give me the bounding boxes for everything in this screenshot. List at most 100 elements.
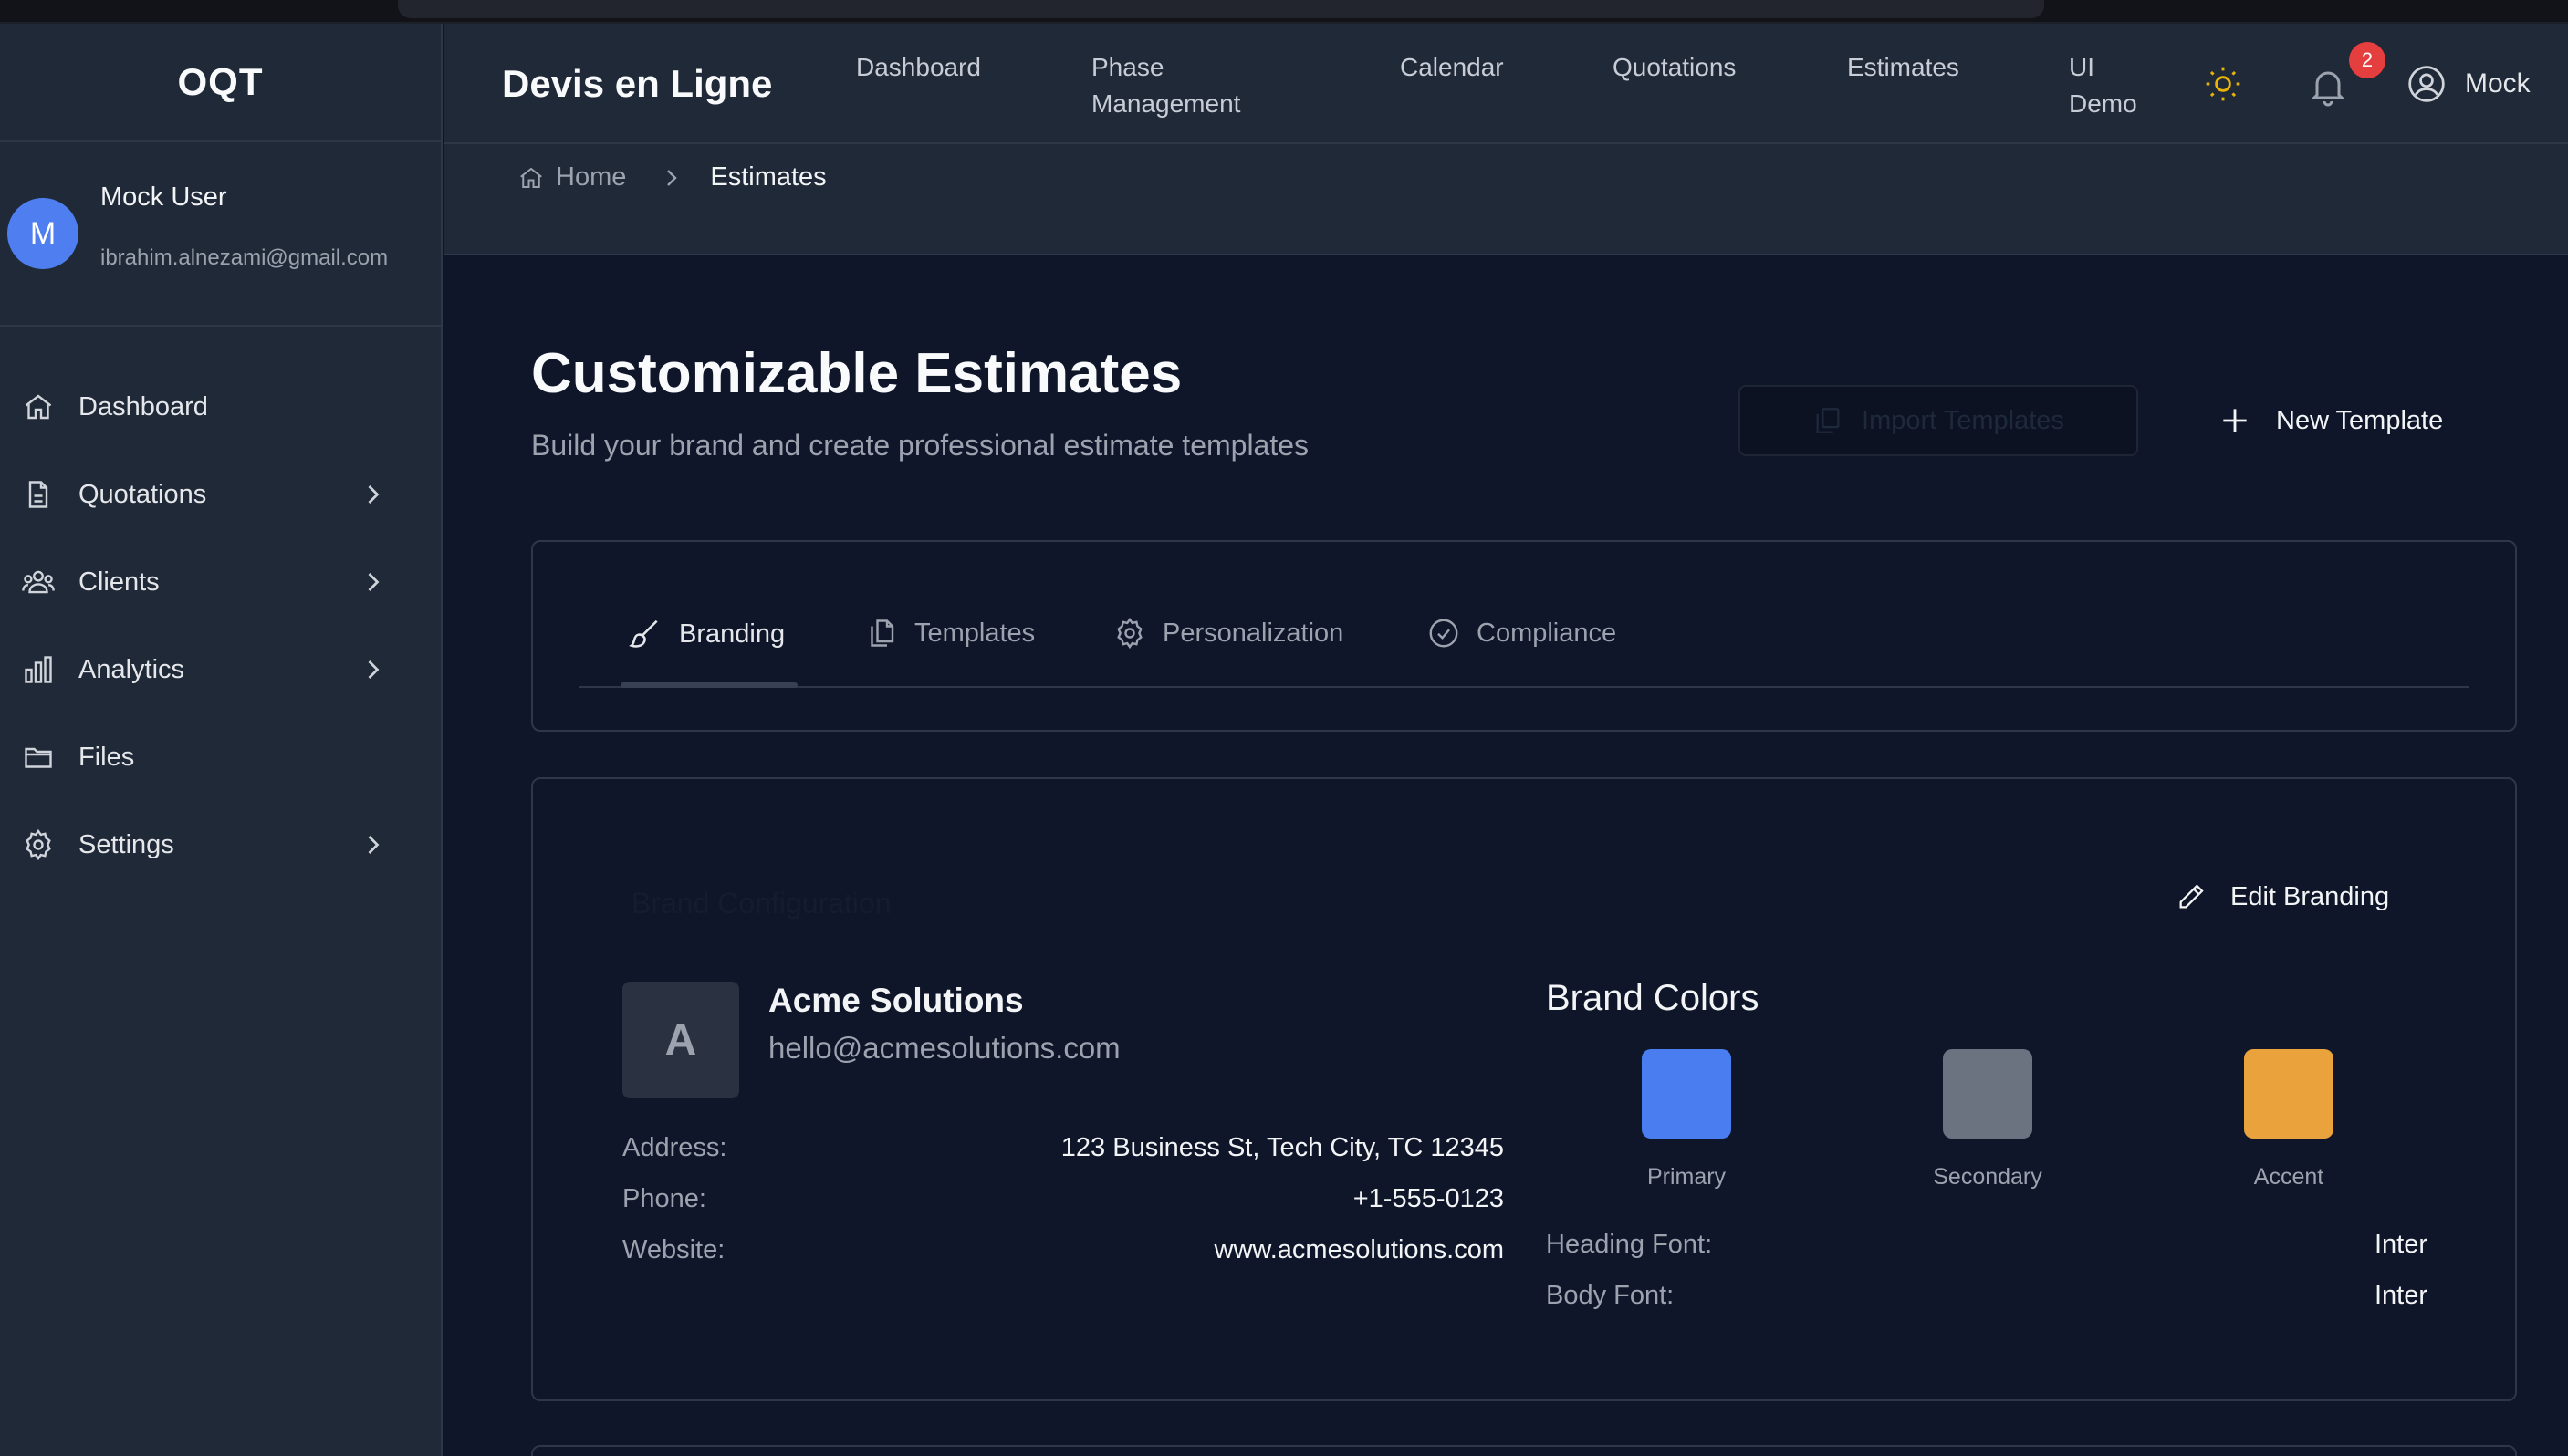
- tab-branding[interactable]: Branding: [628, 617, 785, 651]
- topnav-dashboard[interactable]: Dashboard: [856, 49, 981, 86]
- chevron-right-icon: [357, 653, 390, 686]
- sidebar: OQT M Mock User ibrahim.alnezami@gmail.c…: [0, 24, 443, 1456]
- topnav-ui-demo[interactable]: UI Demo: [2069, 49, 2137, 122]
- info-label: Phone:: [622, 1184, 706, 1213]
- sidebar-item-analytics[interactable]: Analytics: [0, 626, 441, 713]
- topnav-label: Calendar: [1400, 53, 1504, 81]
- edit-branding-label: Edit Branding: [2230, 881, 2390, 911]
- color-swatch-secondary[interactable]: [1943, 1049, 2032, 1139]
- profile-menu[interactable]: Mock: [2406, 64, 2531, 104]
- topnav-label: Quotations: [1613, 53, 1737, 81]
- topnav-estimates[interactable]: Estimates: [1847, 49, 1959, 86]
- app-title[interactable]: Devis en Ligne: [502, 62, 772, 106]
- brush-icon: [628, 617, 663, 651]
- tab-label: Compliance: [1477, 618, 1617, 648]
- color-swatch-accent[interactable]: [2244, 1049, 2333, 1139]
- breadcrumb-current: Estimates: [710, 162, 827, 192]
- page-subtitle: Build your brand and create professional…: [531, 429, 1310, 462]
- folder-icon: [20, 739, 57, 775]
- sidebar-item-label: Dashboard: [78, 391, 208, 421]
- sidebar-item-label: Files: [78, 742, 135, 772]
- topnav-label: Dashboard: [856, 53, 981, 81]
- sidebar-item-label: Settings: [78, 829, 174, 859]
- sidebar-item-settings[interactable]: Settings: [0, 801, 441, 889]
- font-label: Heading Font:: [1546, 1230, 1713, 1259]
- topnav-label: Phase: [1091, 53, 1164, 81]
- gear-icon: [1113, 617, 1146, 650]
- user-name: Mock User: [100, 182, 227, 212]
- topnav-label: UI: [2069, 53, 2094, 81]
- tab-compliance[interactable]: Compliance: [1427, 617, 1616, 650]
- chevron-right-icon: [657, 163, 686, 192]
- color-accent: Accent: [2197, 1049, 2380, 1191]
- browser-chrome: [0, 0, 2568, 24]
- sidebar-brand[interactable]: OQT: [0, 24, 441, 142]
- sidebar-item-dashboard[interactable]: Dashboard: [0, 363, 441, 451]
- info-label: Website:: [622, 1235, 726, 1264]
- chevron-right-icon: [357, 566, 390, 598]
- sidebar-item-quotations[interactable]: Quotations: [0, 451, 441, 538]
- next-section-card: [531, 1445, 2517, 1456]
- company-email: hello@acmesolutions.com: [768, 1031, 1121, 1065]
- font-row-body: Body Font: Inter: [1546, 1281, 2427, 1311]
- branding-section-heading: Brand Configuration: [632, 887, 892, 920]
- check-circle-icon: [1427, 617, 1460, 650]
- tab-templates[interactable]: Templates: [865, 617, 1035, 650]
- tab-personalization[interactable]: Personalization: [1113, 617, 1343, 650]
- info-value: +1-555-0123: [1352, 1184, 1504, 1213]
- chevron-right-icon: [357, 478, 390, 511]
- users-icon: [20, 564, 57, 600]
- info-row-address: Address: 123 Business St, Tech City, TC …: [622, 1133, 1504, 1163]
- tab-label: Branding: [679, 619, 786, 649]
- sidebar-nav: Dashboard Quotations Clients Analytics F…: [0, 327, 441, 889]
- notification-badge: 2: [2349, 42, 2385, 78]
- topnav-phase-management[interactable]: Phase Management: [1091, 49, 1240, 122]
- tabs-card: Branding Templates Personalization Compl…: [531, 540, 2517, 732]
- topnav-calendar[interactable]: Calendar: [1400, 49, 1504, 86]
- bar-chart-icon: [20, 651, 57, 688]
- active-tab-indicator: [621, 682, 798, 688]
- swatch-label: Secondary: [1933, 1164, 2042, 1190]
- topnav-label: Estimates: [1847, 53, 1959, 81]
- brand-colors-title: Brand Colors: [1546, 978, 1759, 1018]
- plus-icon: [2218, 403, 2252, 438]
- sidebar-item-clients[interactable]: Clients: [0, 538, 441, 626]
- gear-icon: [20, 827, 57, 863]
- breadcrumb: Home Estimates: [517, 162, 827, 192]
- breadcrumb-home[interactable]: Home: [517, 162, 626, 192]
- edit-branding-button[interactable]: Edit Branding: [2176, 881, 2389, 912]
- font-row-heading: Heading Font: Inter: [1546, 1230, 2427, 1260]
- sidebar-item-files[interactable]: Files: [0, 713, 441, 801]
- sidebar-item-label: Quotations: [78, 479, 207, 509]
- topnav-label-line2: Demo: [2069, 89, 2137, 118]
- topnav-label-line2: Management: [1091, 89, 1241, 118]
- import-templates-button[interactable]: Import Templates: [1738, 385, 2138, 456]
- color-secondary: Secondary: [1896, 1049, 2079, 1191]
- company-name: Acme Solutions: [768, 982, 1024, 1019]
- profile-name: Mock: [2465, 68, 2531, 99]
- import-templates-label: Import Templates: [1862, 405, 2064, 435]
- theme-toggle-sun-icon[interactable]: [2203, 64, 2243, 104]
- page-title: Customizable Estimates: [531, 342, 1183, 405]
- branding-card: Brand Configuration Edit Branding A Acme…: [531, 777, 2517, 1401]
- home-icon: [517, 164, 545, 192]
- font-value: Inter: [2374, 1230, 2427, 1259]
- tab-label: Templates: [914, 618, 1036, 648]
- info-label: Address:: [622, 1133, 727, 1162]
- browser-address-bar[interactable]: [398, 0, 2044, 18]
- company-logo: A: [622, 982, 739, 1098]
- swatch-label: Primary: [1646, 1164, 1727, 1190]
- color-swatch-primary[interactable]: [1642, 1049, 1731, 1139]
- avatar[interactable]: M: [7, 198, 78, 269]
- tab-label: Personalization: [1163, 618, 1344, 648]
- sidebar-item-label: Clients: [78, 567, 160, 597]
- info-row-phone: Phone: +1-555-0123: [622, 1184, 1504, 1214]
- pencil-icon: [2176, 881, 2207, 912]
- home-icon: [20, 389, 57, 425]
- tabs-divider: [579, 686, 2469, 688]
- sidebar-item-label: Analytics: [78, 654, 185, 684]
- new-template-button[interactable]: New Template: [2218, 385, 2443, 456]
- bell-icon[interactable]: [2306, 64, 2352, 109]
- topnav-quotations[interactable]: Quotations: [1613, 49, 1736, 86]
- copy-icon: [1812, 405, 1843, 436]
